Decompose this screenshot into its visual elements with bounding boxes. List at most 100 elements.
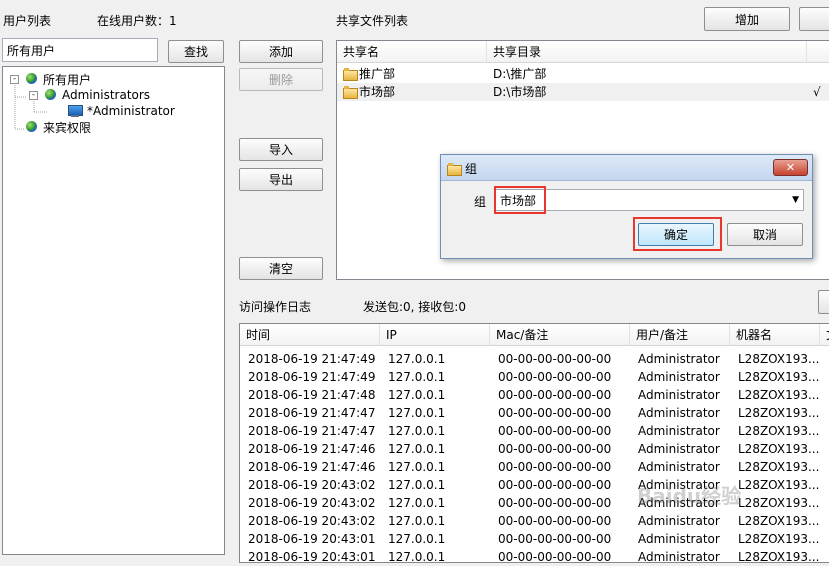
log-machine: L28ZOX193... (738, 406, 820, 420)
log-user: Administrator (638, 460, 720, 474)
log-machine: L28ZOX193... (738, 532, 820, 546)
column-machine[interactable]: 机器名 (730, 324, 820, 346)
log-row[interactable]: 2018-06-19 20:43:02 127.0.0.1 00-00-00-00-… (240, 512, 829, 530)
log-row[interactable]: 2018-06-19 21:47:46 127.0.0.1 00-00-00-00-… (240, 458, 829, 476)
group-dialog: 组 ✕ 组 市场部 ▼ 确定 取消 (440, 154, 813, 259)
log-time: 2018-06-19 21:47:47 (248, 406, 376, 420)
user-search-input[interactable]: 所有用户 (2, 38, 158, 62)
log-mac: 00-00-00-00-00-00 (498, 514, 612, 528)
dialog-title-bar[interactable]: 组 ✕ (441, 155, 812, 181)
share-check: √ (813, 85, 821, 99)
tree-node-all-users[interactable]: - 所有用户 (10, 71, 91, 87)
cancel-button[interactable]: 取消 (727, 223, 803, 246)
guest-globe-icon (25, 120, 39, 134)
column-share-name[interactable]: 共享名 (337, 41, 487, 63)
log-user: Administrator (638, 406, 720, 420)
log-time: 2018-06-19 20:43:02 (248, 478, 376, 492)
log-machine: L28ZOX193... (738, 370, 820, 384)
share-dir: D:\推广部 (493, 67, 547, 81)
column-share-dir[interactable]: 共享目录 (487, 41, 807, 63)
log-user: Administrator (638, 388, 720, 402)
log-mac: 00-00-00-00-00-00 (498, 406, 612, 420)
log-time: 2018-06-19 21:47:46 (248, 442, 376, 456)
log-ip: 127.0.0.1 (388, 406, 446, 420)
log-user: Administrator (638, 532, 720, 546)
log-machine: L28ZOX193... (738, 424, 820, 438)
log-machine: L28ZOX193... (738, 352, 820, 366)
log-ip: 127.0.0.1 (388, 514, 446, 528)
log-list[interactable]: 时间 IP Mac/备注 用户/备注 机器名 文 2018-06-19 21:4… (239, 323, 829, 566)
delete-user-button[interactable]: 删除 (239, 68, 323, 91)
user-list-title: 用户列表 (3, 14, 52, 28)
log-ip: 127.0.0.1 (388, 388, 446, 402)
tree-node-label: *Administrator (87, 104, 175, 118)
log-title: 访问操作日志 (239, 300, 312, 314)
log-machine: L28ZOX193... (738, 550, 820, 564)
log-user: Administrator (638, 442, 720, 456)
log-ip: 127.0.0.1 (388, 460, 446, 474)
log-time: 2018-06-19 21:47:48 (248, 388, 376, 402)
log-mac: 00-00-00-00-00-00 (498, 352, 612, 366)
users-globe-icon (25, 72, 39, 86)
tree-node-label: Administrators (62, 88, 151, 102)
import-button[interactable]: 导入 (239, 138, 323, 161)
column-time[interactable]: 时间 (240, 324, 380, 346)
log-row[interactable]: 2018-06-19 21:47:47 127.0.0.1 00-00-00-00-… (240, 404, 829, 422)
log-row[interactable]: 2018-06-19 21:47:49 127.0.0.1 00-00-00-00-… (240, 368, 829, 386)
log-row[interactable]: 2018-06-19 20:43:01 127.0.0.1 00-00-00-00-… (240, 530, 829, 548)
log-mac: 00-00-00-00-00-00 (498, 550, 612, 564)
highlight-box-group (494, 186, 546, 214)
column-mac[interactable]: Mac/备注 (490, 324, 630, 346)
edit-share-button[interactable] (799, 7, 829, 31)
log-ip: 127.0.0.1 (388, 478, 446, 492)
log-ip: 127.0.0.1 (388, 370, 446, 384)
log-mac: 00-00-00-00-00-00 (498, 424, 612, 438)
log-user: Administrator (638, 370, 720, 384)
log-ip: 127.0.0.1 (388, 550, 446, 564)
log-time: 2018-06-19 21:47:46 (248, 460, 376, 474)
share-dir: D:\市场部 (493, 85, 547, 99)
tree-node-guest[interactable]: 来宾权限 (25, 119, 91, 135)
chevron-down-icon[interactable]: ▼ (792, 195, 799, 205)
search-button[interactable]: 查找 (168, 40, 224, 63)
highlight-box-ok (633, 217, 722, 251)
column-user[interactable]: 用户/备注 (630, 324, 730, 346)
log-user: Administrator (638, 352, 720, 366)
collapse-icon[interactable]: - (29, 90, 38, 100)
online-user-count: 在线用户数：1 (97, 14, 177, 28)
user-tree[interactable]: - 所有用户 - Administrators *Administrator 来… (2, 66, 225, 555)
shared-folder-icon (343, 68, 358, 81)
collapse-icon[interactable]: - (10, 74, 19, 84)
log-time: 2018-06-19 20:43:02 (248, 496, 376, 510)
log-machine: L28ZOX193... (738, 442, 820, 456)
log-row[interactable]: 2018-06-19 20:43:01 127.0.0.1 00-00-00-00-… (240, 548, 829, 566)
tree-node-administrator[interactable]: *Administrator (67, 103, 175, 119)
log-time: 2018-06-19 20:43:02 (248, 514, 376, 528)
log-row[interactable]: 2018-06-19 21:47:46 127.0.0.1 00-00-00-00-… (240, 440, 829, 458)
add-share-button[interactable]: 增加 (704, 7, 790, 31)
share-name: 市场部 (359, 85, 396, 99)
column-file[interactable]: 文 (820, 324, 829, 346)
share-row[interactable]: 推广部 D:\推广部 (337, 65, 829, 83)
export-button[interactable]: 导出 (239, 168, 323, 191)
column-ip[interactable]: IP (380, 324, 490, 346)
log-action-button[interactable] (818, 290, 829, 314)
clear-button[interactable]: 清空 (239, 257, 323, 280)
add-user-button[interactable]: 添加 (239, 40, 323, 63)
share-row-selected[interactable]: 市场部 D:\市场部 √ (337, 83, 829, 101)
user-search-value: 所有用户 (7, 44, 56, 58)
tree-node-administrators[interactable]: - Administrators (29, 87, 150, 103)
log-user: Administrator (638, 550, 720, 564)
log-row[interactable]: 2018-06-19 21:47:48 127.0.0.1 00-00-00-00-… (240, 386, 829, 404)
log-row[interactable]: 2018-06-19 21:47:49 127.0.0.1 00-00-00-00-… (240, 350, 829, 368)
log-time: 2018-06-19 21:47:47 (248, 424, 376, 438)
log-list-header: 时间 IP Mac/备注 用户/备注 机器名 文 (240, 324, 829, 346)
close-icon[interactable]: ✕ (773, 159, 808, 176)
log-time: 2018-06-19 20:43:01 (248, 532, 376, 546)
log-ip: 127.0.0.1 (388, 496, 446, 510)
log-machine: L28ZOX193... (738, 478, 820, 492)
log-time: 2018-06-19 20:43:01 (248, 550, 376, 564)
log-row[interactable]: 2018-06-19 21:47:47 127.0.0.1 00-00-00-00-… (240, 422, 829, 440)
share-name: 推广部 (359, 67, 396, 81)
share-check (813, 65, 827, 83)
